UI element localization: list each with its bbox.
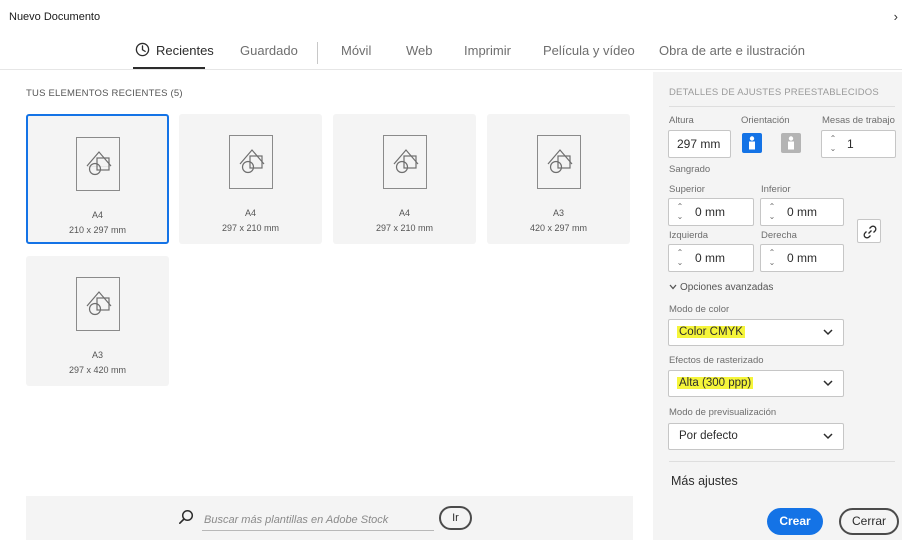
active-tab-indicator: [133, 67, 205, 69]
tab-movil[interactable]: Móvil: [341, 43, 371, 58]
document-preset-icon: [75, 277, 120, 331]
divider: [669, 461, 895, 462]
raster-effects-select[interactable]: Alta (300 ppp): [668, 370, 844, 397]
document-preset-icon: [382, 135, 427, 189]
preset-size: 210 x 297 mm: [68, 225, 127, 235]
bottom-bleed-stepper[interactable]: ⌃ ⌄: [766, 202, 778, 222]
recent-item-card[interactable]: A4 210 x 297 mm: [26, 114, 169, 244]
document-preset-icon: [228, 135, 273, 189]
recent-item-card[interactable]: A3 420 x 297 mm: [487, 114, 630, 244]
link-bleed-button[interactable]: [857, 219, 881, 243]
color-mode-value: Color CMYK: [677, 326, 745, 338]
portrait-icon: [749, 136, 755, 150]
chevron-down-icon: [823, 433, 833, 440]
height-label: Altura: [669, 115, 694, 126]
tab-guardado[interactable]: Guardado: [240, 43, 298, 58]
clock-icon: [135, 42, 150, 57]
landscape-orientation-button[interactable]: [781, 133, 801, 153]
recent-items-title: TUS ELEMENTOS RECIENTES (5): [26, 88, 183, 99]
left-bleed-value: 0 mm: [695, 251, 725, 265]
left-bleed-stepper[interactable]: ⌃ ⌄: [674, 248, 686, 268]
right-bleed-stepper[interactable]: ⌃ ⌄: [766, 248, 778, 268]
tab-recientes[interactable]: Recientes: [156, 43, 214, 58]
more-settings-link[interactable]: Más ajustes: [671, 474, 738, 488]
bottom-bleed-field[interactable]: ⌃ ⌄ 0 mm: [760, 198, 844, 226]
preset-name: A3: [91, 350, 103, 360]
preview-mode-value: Por defecto: [679, 430, 738, 442]
artboards-label: Mesas de trabajo: [822, 115, 895, 126]
document-preset-icon: [75, 137, 120, 191]
tab-web[interactable]: Web: [406, 43, 433, 58]
height-field[interactable]: 297 mm: [668, 130, 731, 158]
preset-size: 297 x 210 mm: [375, 223, 434, 233]
tab-obra-de-arte[interactable]: Obra de arte e ilustración: [659, 43, 805, 58]
bleed-label: Sangrado: [669, 164, 711, 175]
left-bleed-field[interactable]: ⌃ ⌄ 0 mm: [668, 244, 754, 272]
color-mode-select[interactable]: Color CMYK: [668, 319, 844, 346]
top-bleed-value: 0 mm: [695, 205, 725, 219]
raster-effects-value: Alta (300 ppp): [677, 377, 754, 389]
chevron-down-icon: [823, 380, 833, 387]
category-tabs: Recientes Guardado Móvil Web Imprimir Pe…: [0, 34, 902, 70]
recent-item-card[interactable]: A3 297 x 420 mm: [26, 256, 169, 386]
artboards-field[interactable]: ⌃ ⌄ 1: [821, 130, 896, 158]
advanced-options-label: Opciones avanzadas: [680, 282, 774, 293]
preset-size: 297 x 420 mm: [68, 365, 127, 375]
preset-details-panel: DETALLES DE AJUSTES PREESTABLECIDOS Altu…: [653, 72, 902, 540]
preview-mode-select[interactable]: Por defecto: [668, 423, 844, 450]
advanced-options-toggle[interactable]: Opciones avanzadas: [669, 282, 773, 293]
recent-item-card[interactable]: A4 297 x 210 mm: [333, 114, 476, 244]
tab-imprimir[interactable]: Imprimir: [464, 43, 511, 58]
stock-search-bar: Ir: [26, 496, 633, 540]
right-bleed-label: Derecha: [761, 230, 797, 241]
portrait-orientation-button[interactable]: [742, 133, 762, 153]
right-bleed-field[interactable]: ⌃ ⌄ 0 mm: [760, 244, 844, 272]
artboards-value: 1: [847, 137, 854, 151]
bottom-bleed-label: Inferior: [761, 184, 791, 195]
search-go-button[interactable]: Ir: [439, 506, 472, 530]
preset-name: A3: [552, 208, 564, 218]
divider: [669, 106, 895, 107]
create-button[interactable]: Crear: [767, 508, 823, 535]
preset-name: A4: [244, 208, 256, 218]
preset-name: A4: [398, 208, 410, 218]
raster-effects-label: Efectos de rasterizado: [669, 355, 764, 366]
window-title: Nuevo Documento: [9, 11, 101, 23]
stock-search-input[interactable]: [202, 509, 434, 531]
recent-item-card[interactable]: A4 297 x 210 mm: [179, 114, 322, 244]
right-bleed-value: 0 mm: [787, 251, 817, 265]
link-icon: [863, 225, 877, 239]
orientation-label: Orientación: [741, 115, 790, 126]
bottom-bleed-value: 0 mm: [787, 205, 817, 219]
preview-mode-label: Modo de previsualización: [669, 407, 777, 418]
landscape-icon: [788, 136, 794, 150]
left-bleed-label: Izquierda: [669, 230, 709, 241]
top-bleed-field[interactable]: ⌃ ⌄ 0 mm: [668, 198, 754, 226]
preset-details-heading: DETALLES DE AJUSTES PREESTABLECIDOS: [669, 87, 879, 98]
preset-size: 297 x 210 mm: [221, 223, 280, 233]
chevron-down-icon: [823, 329, 833, 336]
title-bar: Nuevo Documento ›: [0, 0, 902, 34]
document-preset-icon: [536, 135, 581, 189]
height-value: 297 mm: [677, 137, 721, 151]
chevron-down-icon: [669, 284, 677, 290]
tab-pelicula-y-video[interactable]: Película y vídeo: [543, 43, 635, 58]
color-mode-label: Modo de color: [669, 304, 730, 315]
preset-size: 420 x 297 mm: [529, 223, 588, 233]
expand-chevron-icon[interactable]: ›: [894, 9, 898, 24]
artboards-stepper[interactable]: ⌃ ⌄: [827, 134, 839, 154]
search-icon: [179, 509, 194, 524]
top-bleed-label: Superior: [669, 184, 705, 195]
tab-separator: [317, 42, 318, 64]
preset-name: A4: [91, 210, 103, 220]
close-button[interactable]: Cerrar: [839, 508, 899, 535]
top-bleed-stepper[interactable]: ⌃ ⌄: [674, 202, 686, 222]
